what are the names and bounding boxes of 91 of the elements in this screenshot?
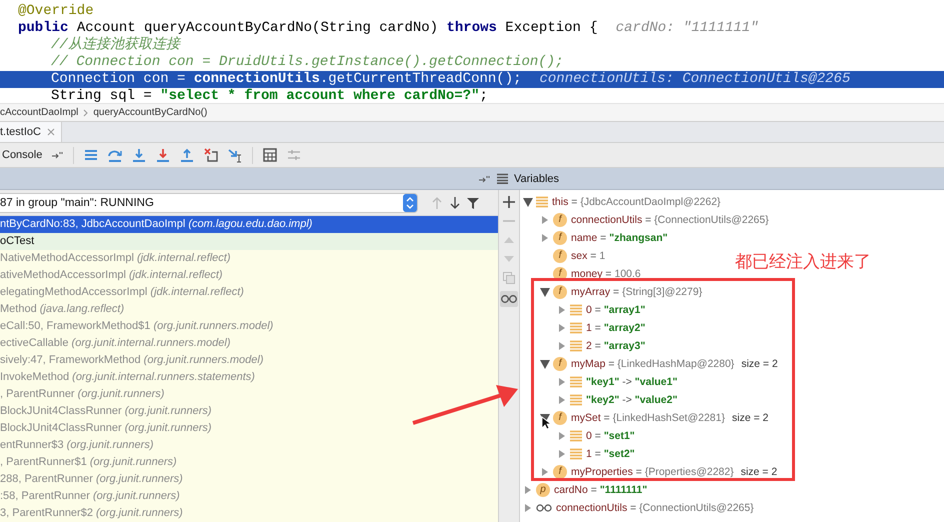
annotation-text: 都已经注入进来了: [735, 251, 871, 273]
expand-arrow-icon[interactable]: [557, 377, 567, 387]
field-badge: f: [553, 357, 567, 371]
show-execution-point-icon[interactable]: [83, 147, 100, 163]
code-line: // Connection con = DruidUtils.getInstance().getConnection();: [51, 54, 564, 71]
code-line: //从连接池获取连接: [51, 37, 180, 54]
variable-text: "key2" -> "value2": [586, 394, 678, 406]
code-line: public Account queryAccountByCardNo(String cardNo) throws Exception {: [18, 20, 598, 36]
variable-text: 1 = "set2": [586, 448, 635, 460]
expand-arrow-icon[interactable]: [540, 233, 550, 243]
variable-text: money = 100.6: [571, 268, 641, 280]
console-tab[interactable]: Console: [0, 149, 48, 161]
variable-text: 1 = "array2": [586, 322, 646, 334]
restore-layout-icon[interactable]: [478, 174, 491, 184]
calculator-icon[interactable]: [262, 147, 278, 163]
variable-text: myMap = {LinkedHashMap@2280}: [571, 358, 734, 370]
filter-icon[interactable]: [466, 196, 480, 210]
pane-title: Variables: [514, 172, 560, 184]
variable-text: this = {JdbcAccountDaoImpl@2262}: [552, 196, 721, 208]
list-icon: [570, 430, 582, 442]
variable-text: 0 = "array1": [586, 304, 646, 316]
collapse-arrow-icon[interactable]: [540, 287, 550, 297]
field-badge: f: [553, 231, 567, 245]
stack-frame[interactable]: ntByCardNo:83, JdbcAccountDaoImpl (com.lagou.edu.dao.impl): [0, 216, 498, 233]
variables-icon: [497, 173, 508, 184]
copy-icon[interactable]: [503, 272, 515, 284]
inline-value-hint: connectionUtils: ConnectionUtils@2265: [540, 71, 850, 88]
restore-layout-icon[interactable]: [51, 150, 64, 160]
list-icon: [536, 196, 548, 208]
step-out-icon[interactable]: [179, 147, 196, 163]
list-icon: [570, 304, 582, 316]
glasses-icon[interactable]: [500, 291, 518, 307]
expand-arrow-icon[interactable]: [523, 485, 533, 495]
stack-frame[interactable]: oCTest: [0, 233, 498, 250]
step-into-icon[interactable]: [131, 147, 148, 163]
variable-text: sex = 1: [571, 250, 606, 262]
expand-arrow-icon[interactable]: [557, 395, 567, 405]
collapse-arrow-icon[interactable]: [540, 359, 550, 369]
tab-label: t.testIoC: [0, 126, 41, 138]
code-line: String sql = "select * from account where cardNo=?";: [51, 88, 488, 105]
run-tab[interactable]: t.testIoC: [0, 122, 62, 142]
variable-text: cardNo = "1111111": [554, 484, 648, 496]
size-label: size = 2: [740, 466, 778, 478]
add-icon[interactable]: [503, 196, 515, 208]
variable-text: name = "zhangsan": [571, 232, 668, 244]
variable-text: connectionUtils = {ConnectionUtils@2265}: [556, 502, 754, 514]
variable-text: myProperties = {Properties@2282}: [571, 466, 734, 478]
variable-text: "key1" -> "value1": [586, 376, 678, 388]
expand-arrow-icon[interactable]: [557, 449, 567, 459]
mouse-cursor-icon: [541, 416, 551, 430]
field-badge: f: [553, 249, 567, 263]
size-label: size = 2: [732, 412, 768, 424]
glasses-icon: [536, 503, 552, 513]
list-icon: [570, 394, 582, 406]
trace-icon[interactable]: [286, 147, 302, 163]
stepper-icon[interactable]: [403, 194, 417, 212]
parameter-badge: p: [536, 483, 550, 497]
expand-arrow-icon[interactable]: [540, 215, 550, 225]
expand-arrow-icon[interactable]: [540, 467, 550, 477]
variable-text: myArray = {String[3]@2279}: [571, 286, 702, 298]
field-badge: f: [553, 285, 567, 299]
size-label: size = 2: [741, 358, 778, 370]
breadcrumb-item[interactable]: queryAccountByCardNo(): [93, 107, 208, 118]
drop-frame-icon[interactable]: [203, 147, 220, 163]
expand-arrow-icon[interactable]: [523, 503, 533, 513]
thread-value: 87 in group "main": RUNNING: [0, 196, 154, 208]
list-icon: [570, 448, 582, 460]
thread-dropdown[interactable]: 87 in group "main": RUNNING: [0, 192, 418, 212]
expand-arrow-icon[interactable]: [557, 323, 567, 333]
variable-text: connectionUtils = {ConnectionUtils@2265}: [571, 214, 769, 226]
force-step-into-icon[interactable]: [155, 147, 172, 163]
close-icon[interactable]: [46, 128, 55, 136]
down-arrow-icon[interactable]: [448, 196, 462, 210]
list-icon: [570, 322, 582, 334]
list-icon: [570, 376, 582, 388]
field-badge: f: [553, 465, 567, 479]
expand-arrow-icon[interactable]: [557, 341, 567, 351]
field-badge: f: [553, 213, 567, 227]
expand-arrow-icon[interactable]: [557, 431, 567, 441]
run-to-cursor-icon[interactable]: [227, 147, 244, 163]
field-badge: f: [553, 411, 567, 425]
chevron-icon: [83, 108, 88, 116]
variable-text: 2 = "array3": [586, 340, 646, 352]
variable-text: 0 = "set1": [586, 430, 635, 442]
expand-arrow-icon[interactable]: [557, 305, 567, 315]
breadcrumb-item[interactable]: cAccountDaoImpl: [0, 107, 78, 118]
variable-text: mySet = {LinkedHashSet@2281}: [571, 412, 725, 424]
collapse-arrow-icon[interactable]: [523, 197, 533, 207]
inline-value-hint: cardNo: "1111111": [616, 20, 759, 37]
code-line: @Override: [18, 3, 94, 20]
list-icon: [570, 340, 582, 352]
